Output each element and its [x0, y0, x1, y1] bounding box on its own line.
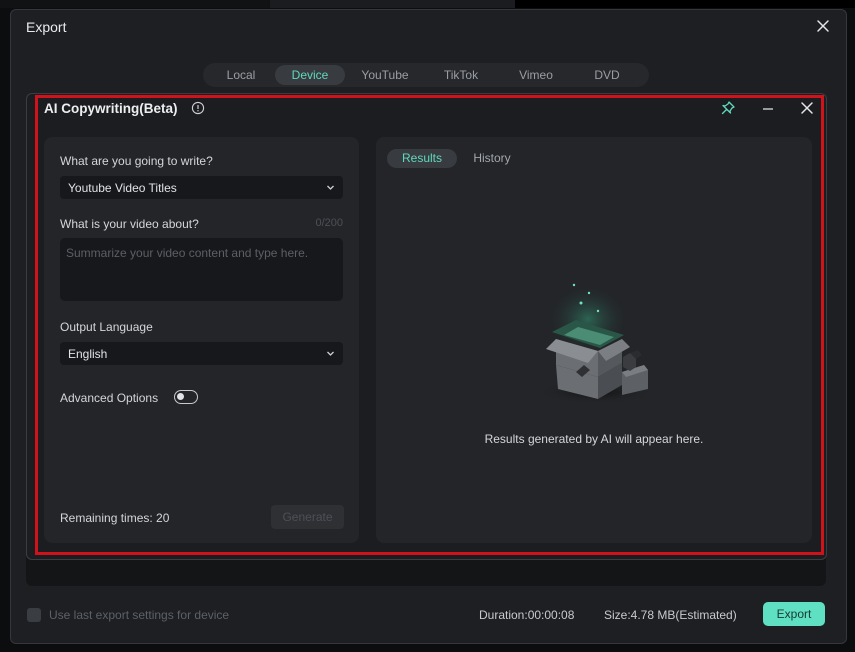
- info-icon[interactable]: [191, 101, 205, 115]
- empty-box-illustration: [536, 283, 656, 404]
- input-card: What are you going to write? Youtube Vid…: [44, 137, 359, 543]
- close-icon[interactable]: [814, 17, 832, 35]
- toggle-knob: [177, 393, 184, 400]
- output-language-label: Output Language: [60, 320, 153, 334]
- minimize-icon[interactable]: [761, 100, 775, 116]
- ai-copywriting-panel: AI Copywriting(Beta) What are you going …: [26, 93, 827, 560]
- size-text: Size:4.78 MB(Estimated): [604, 608, 737, 622]
- panel-close-icon[interactable]: [800, 100, 814, 116]
- chevron-down-icon: [327, 351, 334, 356]
- pin-icon[interactable]: [720, 100, 736, 116]
- background-segment: [515, 0, 855, 8]
- tab-dvd[interactable]: DVD: [575, 65, 639, 85]
- background-segment: [270, 0, 515, 8]
- write-type-select[interactable]: Youtube Video Titles: [60, 176, 343, 199]
- tab-vimeo[interactable]: Vimeo: [497, 65, 575, 85]
- output-language-value: English: [68, 347, 108, 361]
- video-about-input[interactable]: [60, 238, 343, 301]
- use-last-settings-checkbox[interactable]: [27, 608, 41, 622]
- advanced-options-toggle[interactable]: [174, 390, 198, 404]
- use-last-settings-label: Use last export settings for device: [49, 608, 230, 622]
- advanced-options-label: Advanced Options: [60, 391, 159, 405]
- output-language-select[interactable]: English: [60, 342, 343, 365]
- tab-device[interactable]: Device: [275, 65, 345, 85]
- remaining-times: Remaining times: 20: [60, 511, 170, 525]
- tab-results[interactable]: Results: [387, 149, 457, 168]
- tab-history[interactable]: History: [465, 149, 519, 168]
- results-card: Results History Results generated by AI …: [376, 137, 812, 543]
- tab-youtube[interactable]: YouTube: [345, 65, 425, 85]
- duration-text: Duration:00:00:08: [479, 608, 575, 622]
- write-type-label: What are you going to write?: [60, 154, 213, 168]
- panel-title: AI Copywriting(Beta): [44, 101, 178, 116]
- export-button[interactable]: Export: [763, 602, 825, 626]
- chevron-down-icon: [327, 185, 334, 190]
- tab-tiktok[interactable]: TikTok: [425, 65, 497, 85]
- write-type-value: Youtube Video Titles: [68, 181, 177, 195]
- background-strip: [0, 0, 855, 8]
- character-counter: 0/200: [315, 217, 343, 229]
- generate-button[interactable]: Generate: [271, 505, 344, 529]
- export-tabs: Local Device YouTube TikTok Vimeo DVD: [203, 63, 649, 87]
- video-about-label: What is your video about?: [60, 217, 199, 231]
- tab-local[interactable]: Local: [207, 65, 275, 85]
- empty-results-message: Results generated by AI will appear here…: [484, 432, 704, 446]
- dialog-title: Export: [26, 19, 67, 35]
